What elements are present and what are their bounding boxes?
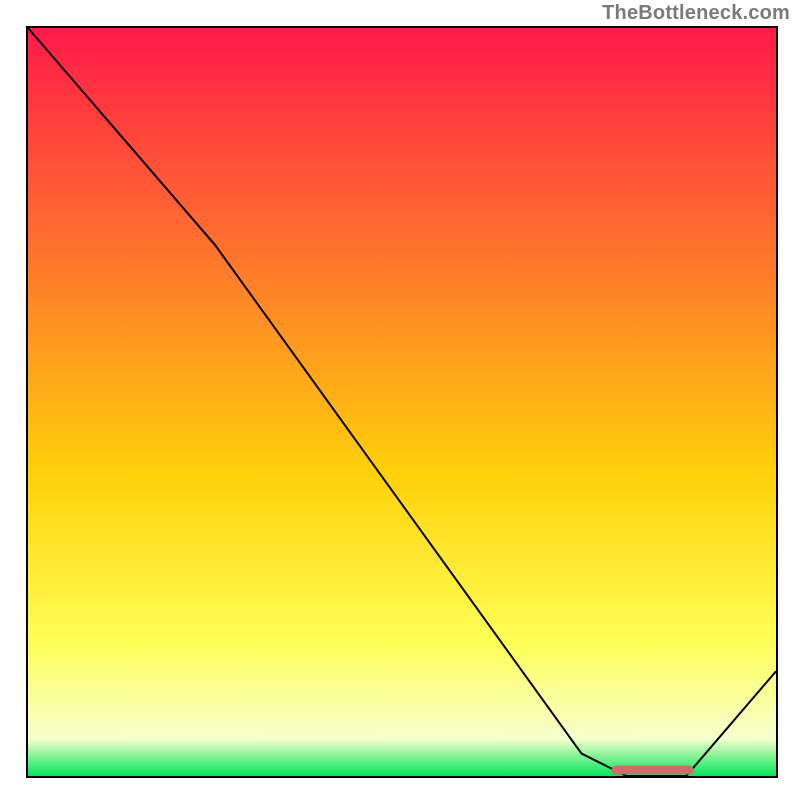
- optimal-range-marker: [611, 766, 693, 775]
- bottleneck-curve-line: [28, 28, 776, 776]
- attribution-label: TheBottleneck.com: [602, 2, 790, 25]
- plot-area: [26, 26, 778, 778]
- chart-overlay: [28, 28, 776, 776]
- chart-root: TheBottleneck.com: [0, 0, 800, 800]
